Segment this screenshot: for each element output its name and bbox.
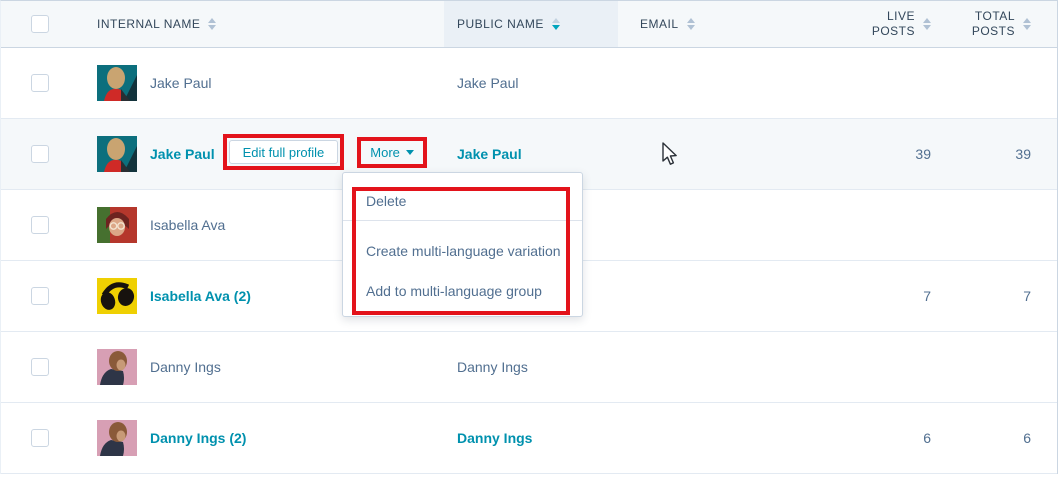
more-dropdown-button[interactable]: More — [364, 145, 420, 160]
email-cell — [618, 48, 831, 118]
row-checkbox[interactable] — [31, 74, 49, 92]
live-posts-value: 6 — [923, 430, 931, 446]
live-posts-value: 39 — [915, 146, 931, 162]
checkbox-cell — [1, 48, 67, 118]
sort-desc-active-icon[interactable] — [552, 18, 560, 30]
live-posts-value: 7 — [923, 288, 931, 304]
column-header-email[interactable]: EMAIL — [618, 1, 831, 47]
internal-name: Isabella Ava — [150, 217, 225, 233]
checkbox-cell — [1, 261, 67, 331]
column-header-public-name[interactable]: PUBLIC NAME — [444, 1, 618, 47]
live-posts-cell: 6 — [831, 403, 936, 473]
row-checkbox[interactable] — [31, 358, 49, 376]
total-posts-value: 7 — [1023, 288, 1031, 304]
column-header-total-posts[interactable]: TOTAL POSTS — [936, 1, 1036, 47]
internal-name-cell: Danny Ings — [67, 332, 444, 402]
public-name: Danny Ings — [457, 359, 528, 375]
total-posts-cell — [936, 48, 1036, 118]
more-label: More — [370, 145, 400, 160]
total-posts-cell: 6 — [936, 403, 1036, 473]
live-posts-cell: 39 — [831, 119, 936, 189]
total-posts-cell — [936, 332, 1036, 402]
live-posts-cell: 7 — [831, 261, 936, 331]
public-name: Jake Paul — [457, 146, 522, 162]
email-cell — [618, 332, 831, 402]
author-avatar — [97, 420, 137, 456]
sort-icon[interactable] — [687, 18, 695, 30]
row-checkbox[interactable] — [31, 429, 49, 447]
live-posts-cell — [831, 48, 936, 118]
column-label: TOTAL POSTS — [971, 9, 1015, 39]
author-avatar — [97, 136, 137, 172]
annotation-box-more: More — [357, 137, 427, 168]
total-posts-cell — [936, 190, 1036, 260]
column-label: INTERNAL NAME — [97, 17, 200, 31]
menu-item-delete[interactable]: Delete — [343, 181, 582, 221]
checkbox-cell — [1, 403, 67, 473]
public-name: Jake Paul — [457, 75, 518, 91]
menu-item-add-to-multi-language-group[interactable]: Add to multi-language group — [343, 271, 582, 311]
internal-name: Danny Ings — [150, 359, 221, 375]
public-name-cell: Danny Ings — [444, 332, 618, 402]
total-posts-cell: 7 — [936, 261, 1036, 331]
authors-table-page: INTERNAL NAME PUBLIC NAME EMAIL LIVE POS… — [0, 0, 1064, 483]
author-avatar — [97, 65, 137, 101]
column-label: LIVE POSTS — [867, 9, 915, 39]
internal-name[interactable]: Isabella Ava (2) — [150, 288, 251, 304]
public-name: Danny Ings — [457, 430, 532, 446]
checkbox-cell — [1, 190, 67, 260]
row-checkbox[interactable] — [31, 216, 49, 234]
sort-icon[interactable] — [208, 18, 216, 30]
table-row: Danny Ings (2) Danny Ings 6 6 — [1, 403, 1057, 474]
table-header-row: INTERNAL NAME PUBLIC NAME EMAIL LIVE POS… — [1, 1, 1057, 48]
sort-icon[interactable] — [1023, 18, 1031, 30]
sort-icon[interactable] — [923, 18, 931, 30]
total-posts-cell: 39 — [936, 119, 1036, 189]
select-all-checkbox[interactable] — [31, 15, 49, 33]
internal-name-cell: Jake Paul — [67, 48, 444, 118]
checkbox-cell — [1, 332, 67, 402]
email-cell — [618, 261, 831, 331]
chevron-down-icon — [406, 150, 414, 155]
header-checkbox-cell — [1, 1, 67, 47]
internal-name-cell: Danny Ings (2) — [67, 403, 444, 473]
table-row: Jake Paul Jake Paul — [1, 48, 1057, 119]
internal-name[interactable]: Danny Ings (2) — [150, 430, 246, 446]
total-posts-value: 39 — [1015, 146, 1031, 162]
author-avatar — [97, 349, 137, 385]
column-label: PUBLIC NAME — [457, 17, 544, 31]
column-header-live-posts[interactable]: LIVE POSTS — [831, 1, 936, 47]
email-cell — [618, 403, 831, 473]
public-name-cell: Jake Paul — [444, 48, 618, 118]
live-posts-cell — [831, 332, 936, 402]
row-actions: Edit full profile More — [215, 134, 427, 170]
row-checkbox[interactable] — [31, 145, 49, 163]
total-posts-value: 6 — [1023, 430, 1031, 446]
email-cell — [618, 190, 831, 260]
column-header-internal-name[interactable]: INTERNAL NAME — [67, 1, 444, 47]
author-avatar — [97, 207, 137, 243]
checkbox-cell — [1, 119, 67, 189]
mouse-cursor-icon — [661, 142, 683, 171]
email-cell — [618, 119, 831, 189]
row-checkbox[interactable] — [31, 287, 49, 305]
internal-name: Jake Paul — [150, 75, 211, 91]
table-row: Danny Ings Danny Ings — [1, 332, 1057, 403]
edit-full-profile-button[interactable]: Edit full profile — [229, 140, 339, 164]
annotation-box-edit: Edit full profile — [223, 134, 345, 170]
column-label: EMAIL — [640, 17, 679, 31]
menu-item-create-multi-language-variation[interactable]: Create multi-language variation — [343, 231, 582, 271]
public-name-cell: Danny Ings — [444, 403, 618, 473]
live-posts-cell — [831, 190, 936, 260]
more-dropdown-menu: Delete Create multi-language variation A… — [342, 172, 583, 317]
internal-name[interactable]: Jake Paul — [150, 146, 215, 162]
author-avatar — [97, 278, 137, 314]
